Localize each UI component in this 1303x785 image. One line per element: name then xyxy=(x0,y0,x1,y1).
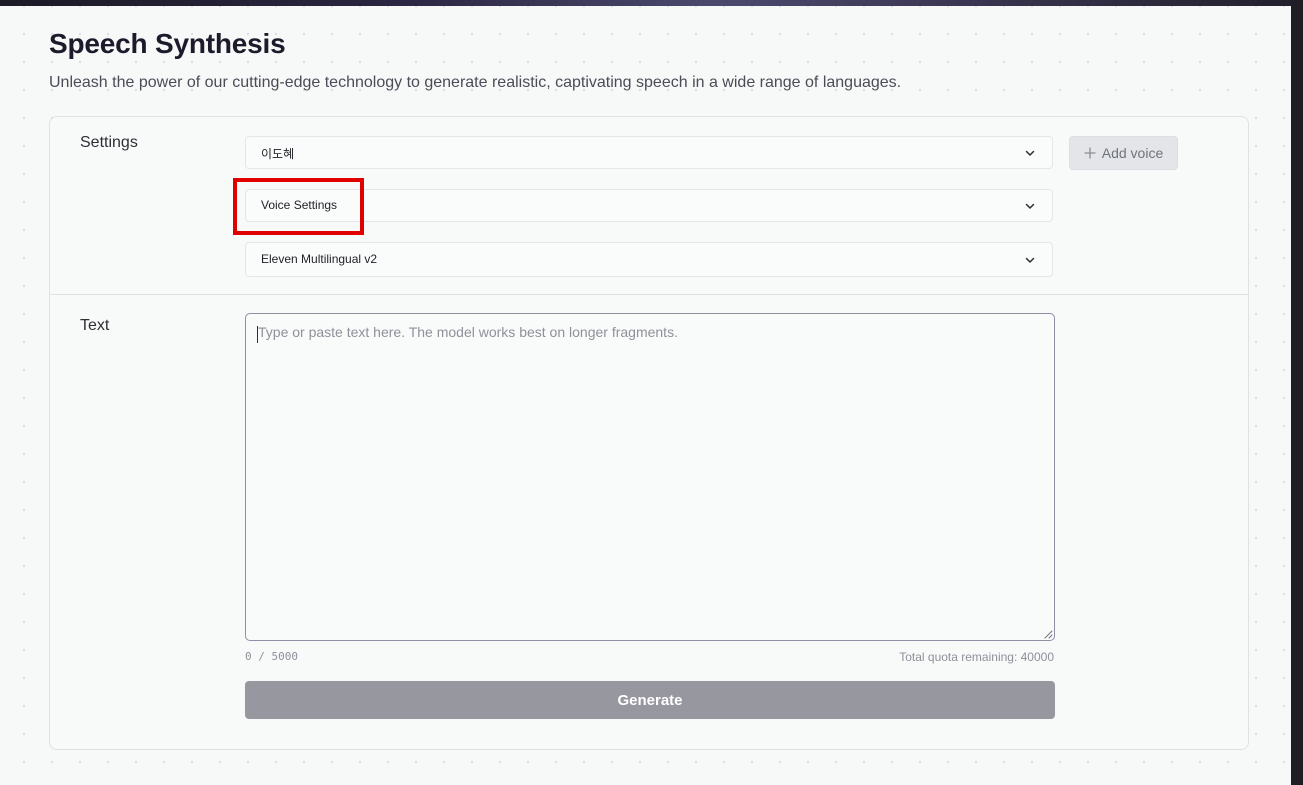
generate-button[interactable]: Generate xyxy=(245,681,1055,719)
plus-icon xyxy=(1084,147,1096,159)
character-count: 0 / 5000 xyxy=(245,650,298,663)
chevron-down-icon xyxy=(1025,257,1035,263)
page-subtitle: Unleash the power of our cutting-edge te… xyxy=(49,74,902,91)
settings-label: Settings xyxy=(80,134,138,151)
text-input[interactable] xyxy=(245,313,1055,641)
voice-settings-select[interactable]: Voice Settings xyxy=(245,189,1053,222)
text-cursor xyxy=(257,326,258,343)
text-label: Text xyxy=(80,317,110,334)
section-divider xyxy=(50,294,1248,295)
chevron-down-icon xyxy=(1025,203,1035,209)
voice-select-value: 이도혜 xyxy=(261,147,295,161)
model-select-value: Eleven Multilingual v2 xyxy=(261,252,378,266)
speech-synthesis-page: Speech Synthesis Unleash the power of ou… xyxy=(0,6,1291,785)
model-select[interactable]: Eleven Multilingual v2 xyxy=(245,242,1053,277)
add-voice-button[interactable]: Add voice xyxy=(1069,136,1178,170)
page-title: Speech Synthesis xyxy=(49,28,286,59)
synthesis-card: Settings 이도혜 Add voice Voice Settings El… xyxy=(49,116,1249,750)
voice-select[interactable]: 이도혜 xyxy=(245,136,1053,169)
chevron-down-icon xyxy=(1025,150,1035,156)
highlight-box xyxy=(233,178,364,235)
window-right-edge xyxy=(1291,0,1303,785)
quota-remaining: Total quota remaining: 40000 xyxy=(899,650,1054,664)
add-voice-label: Add voice xyxy=(1101,145,1164,161)
resize-handle-icon[interactable] xyxy=(1043,629,1053,639)
